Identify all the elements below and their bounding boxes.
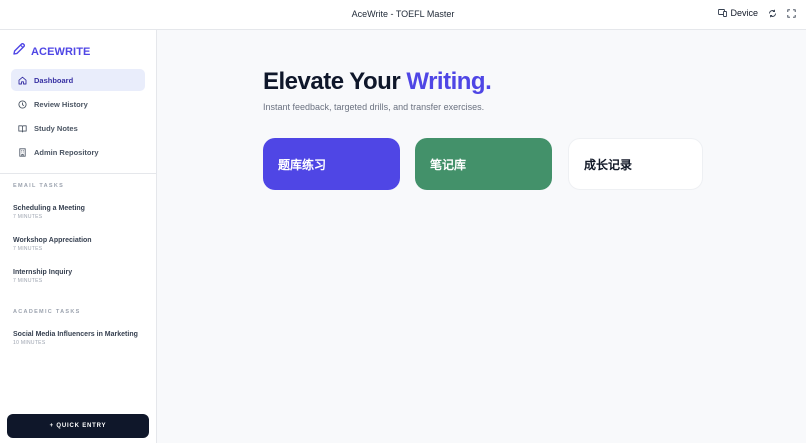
brand-logo[interactable]: ACEWRITE [12,42,90,61]
building-icon [18,147,27,157]
sidebar: ACEWRITE Dashboard Review History Study … [0,30,157,443]
page-subtitle: Instant feedback, targeted drills, and t… [263,102,485,112]
task-duration: 7 MINUTES [13,246,43,252]
sidebar-item-label: Study Notes [34,123,78,133]
question-bank-card[interactable]: 题库练习 [263,138,400,190]
sidebar-item-admin-repository[interactable]: Admin Repository [11,141,145,163]
task-title: Scheduling a Meeting [13,205,85,212]
section-label-academic-tasks: ACADEMIC TASKS [13,309,81,315]
notes-library-card[interactable]: 笔记库 [415,138,552,190]
card-label: 笔记库 [430,157,467,172]
page-headline: Elevate Your Writing. [263,68,492,96]
task-item-workshop-appreciation[interactable]: Workshop Appreciation 7 MINUTES [13,237,92,252]
window-title: AceWrite - TOEFL Master [351,9,455,19]
clock-icon [18,99,27,109]
home-icon [18,76,27,85]
task-item-scheduling-a-meeting[interactable]: Scheduling a Meeting 7 MINUTES [13,205,85,220]
headline-prefix: Elevate Your [263,68,401,95]
task-item-internship-inquiry[interactable]: Internship Inquiry 7 MINUTES [13,269,72,284]
sidebar-nav: Dashboard Review History Study Notes Adm… [11,69,145,165]
task-title: Workshop Appreciation [13,237,92,244]
card-label: 成长记录 [584,157,633,172]
rotate-icon[interactable] [768,9,777,18]
device-label: Device [730,8,758,18]
task-duration: 7 MINUTES [13,278,43,284]
fullscreen-icon[interactable] [787,8,796,18]
task-title: Social Media Influencers in Marketing [13,331,138,338]
window-titlebar: AceWrite - TOEFL Master Device [0,0,806,30]
task-duration: 10 MINUTES [13,340,46,346]
sidebar-item-review-history[interactable]: Review History [11,93,145,115]
growth-record-card[interactable]: 成长记录 [568,138,703,190]
sidebar-item-dashboard[interactable]: Dashboard [11,69,145,91]
main-content: Elevate Your Writing. Instant feedback, … [157,30,806,443]
sidebar-item-label: Dashboard [34,75,74,85]
sidebar-divider [0,173,156,174]
book-icon [18,124,27,133]
sidebar-item-label: Admin Repository [34,147,99,157]
headline-accent: Writing. [406,68,492,95]
device-button[interactable]: Device [718,8,758,18]
quick-entry-button[interactable]: + QUICK ENTRY [7,414,149,438]
section-label-email-tasks: EMAIL TASKS [13,183,65,189]
brand-name: ACEWRITE [31,45,91,58]
card-label: 题库练习 [278,157,327,172]
device-icon [718,9,728,17]
task-title: Internship Inquiry [13,269,73,276]
sidebar-item-study-notes[interactable]: Study Notes [11,117,145,139]
pencil-icon [12,42,26,61]
task-item-social-media-influencers[interactable]: Social Media Influencers in Marketing 10… [13,331,138,346]
titlebar-controls: Device [718,8,796,18]
sidebar-item-label: Review History [34,99,88,109]
task-duration: 7 MINUTES [13,214,43,220]
